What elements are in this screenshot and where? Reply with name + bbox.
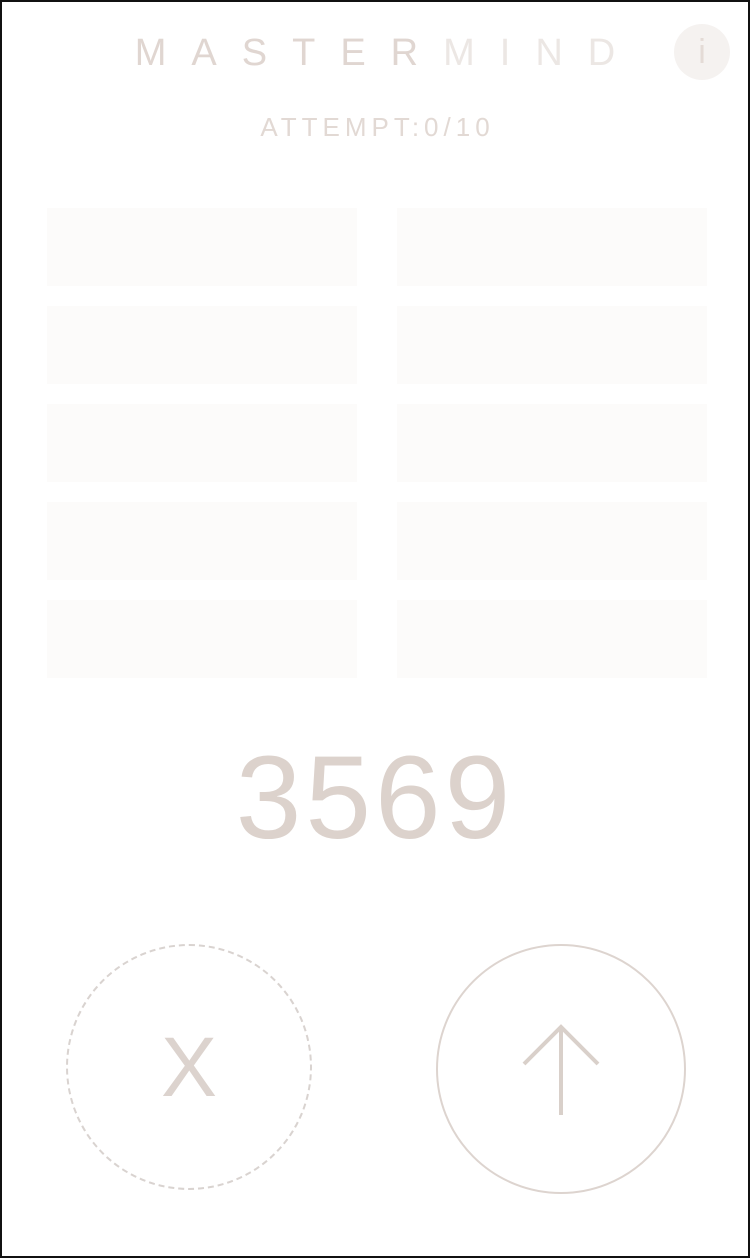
- game-screen: MASTERMIND i ATTEMPT:0/10 3569 X: [0, 0, 750, 1258]
- guess-history-board: [47, 208, 707, 678]
- title-part-mind: MIND: [443, 32, 641, 74]
- guess-slot: [47, 600, 357, 678]
- guess-slot: [47, 208, 357, 286]
- guess-slot: [397, 306, 707, 384]
- submit-button[interactable]: [436, 944, 686, 1194]
- attempt-counter: ATTEMPT:0/10: [260, 112, 495, 142]
- clear-button-label: X: [160, 1020, 218, 1114]
- title-part-master: MASTER: [134, 32, 444, 74]
- guess-slot: [397, 404, 707, 482]
- info-icon: i: [698, 33, 706, 71]
- guess-slot: [397, 208, 707, 286]
- current-guess-display: 3569: [235, 732, 515, 864]
- guess-slot: [47, 502, 357, 580]
- guess-slot: [47, 404, 357, 482]
- guess-slot: [397, 502, 707, 580]
- guess-slot: [47, 306, 357, 384]
- info-button[interactable]: i: [674, 24, 730, 80]
- guess-slot: [397, 600, 707, 678]
- clear-button[interactable]: X: [66, 944, 312, 1190]
- game-title: MASTERMIND: [2, 32, 748, 75]
- arrow-up-icon: [522, 1024, 600, 1115]
